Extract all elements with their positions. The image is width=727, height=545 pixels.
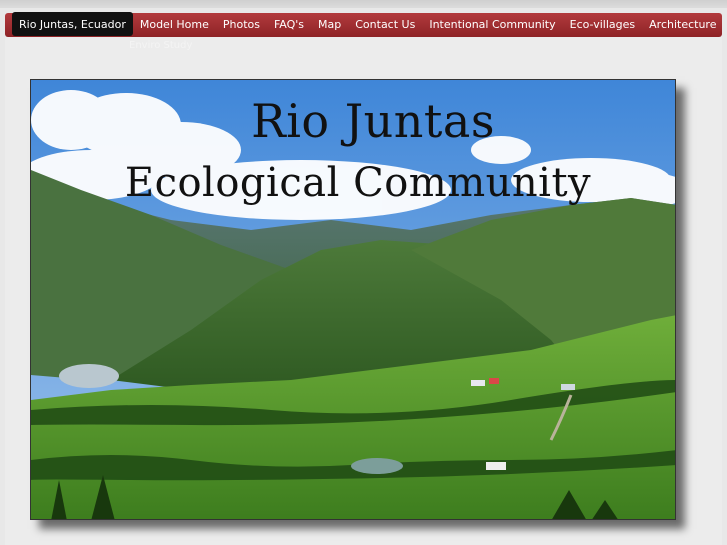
nav-item-contact-us[interactable]: Contact Us	[348, 13, 422, 37]
nav-item-model-home[interactable]: Model Home	[133, 13, 216, 37]
nav-item-architecture[interactable]: Architecture	[642, 13, 723, 37]
hero-title-line1: Rio Juntas	[251, 94, 495, 148]
nav-item-rio-juntas[interactable]: Rio Juntas, Ecuador	[12, 12, 133, 36]
nav-item-faqs[interactable]: FAQ's	[267, 13, 311, 37]
nav-item-map[interactable]: Map	[311, 13, 348, 37]
hero-image: Rio Juntas Ecological Community	[30, 79, 676, 520]
main-nav: Rio Juntas, Ecuador Model Home Photos FA…	[5, 12, 723, 37]
hero-title-line2: Ecological Community	[124, 160, 592, 206]
nav-item-intentional-community[interactable]: Intentional Community	[422, 13, 562, 37]
nav-item-eco-villages[interactable]: Eco-villages	[563, 13, 643, 37]
nav-item-enviro-study[interactable]: Enviro Study	[129, 40, 192, 51]
top-strip	[0, 0, 727, 8]
nav-item-photos[interactable]: Photos	[216, 13, 267, 37]
